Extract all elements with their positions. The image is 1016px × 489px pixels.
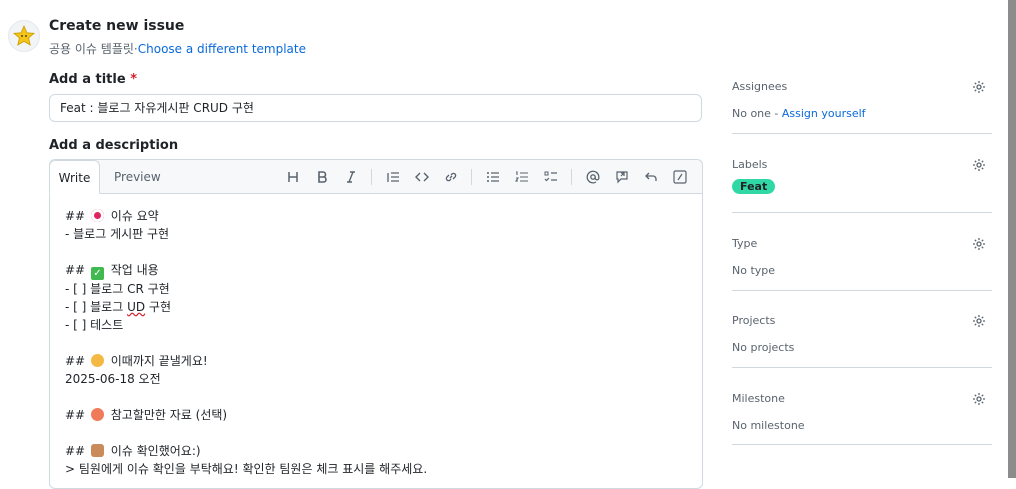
md-text: - 블로그 게시판 구현 xyxy=(65,227,170,241)
md-text: ## xyxy=(65,209,89,223)
md-text: - [ ] 테스트 xyxy=(65,318,124,332)
md-text: 구현 xyxy=(145,300,172,314)
star-avatar-icon xyxy=(8,20,40,52)
toolbar-divider xyxy=(371,168,372,185)
sidebar-type: Type No type xyxy=(732,237,992,277)
required-mark: * xyxy=(130,72,137,87)
md-text: - [ ] 블로그 CR 구현 xyxy=(65,282,170,296)
gear-icon[interactable] xyxy=(972,158,986,176)
heading-icon[interactable] xyxy=(278,165,307,189)
gear-icon[interactable] xyxy=(972,392,986,410)
template-name: 공용 이슈 템플릿 xyxy=(49,42,134,56)
sidebar-divider xyxy=(732,444,992,445)
md-text: 참고할만한 자료 (선택) xyxy=(106,408,228,422)
md-text: 이슈 확인했어요:) xyxy=(106,444,201,458)
sidebar-divider xyxy=(732,367,992,368)
scrollbar[interactable] xyxy=(1008,0,1016,478)
sidebar-divider xyxy=(732,133,992,134)
target-emoji-icon xyxy=(90,209,104,222)
description-label: Add a description xyxy=(49,138,179,153)
sidebar-projects: Projects No projects xyxy=(732,314,992,354)
mention-icon[interactable] xyxy=(578,165,607,189)
check-mark-emoji-icon: ✓ xyxy=(90,267,104,280)
description-editor[interactable]: Write Preview ## 이슈 요약 - 블로그 게시판 구현 ## ✓… xyxy=(49,159,703,489)
description-textarea[interactable]: ## 이슈 요약 - 블로그 게시판 구현 ## ✓ 작업 내용 - [ ] 블… xyxy=(65,207,427,478)
gear-icon[interactable] xyxy=(972,80,986,98)
md-text: 이슈 요약 xyxy=(106,209,159,223)
gear-icon[interactable] xyxy=(972,237,986,255)
halo-face-emoji-icon xyxy=(90,354,104,367)
reference-icon[interactable] xyxy=(607,165,636,189)
projects-value: No projects xyxy=(732,341,795,354)
milestone-title: Milestone xyxy=(732,392,785,405)
undo-icon[interactable] xyxy=(636,165,665,189)
italic-icon[interactable] xyxy=(336,165,365,189)
md-text: 작업 내용 xyxy=(106,263,159,277)
task-list-icon[interactable] xyxy=(536,165,565,189)
title-input[interactable]: Feat : 블로그 자유게시판 CRUD 구현 xyxy=(49,94,702,122)
sidebar-divider xyxy=(732,212,992,213)
bullet-list-icon[interactable] xyxy=(478,165,507,189)
labels-title: Labels xyxy=(732,158,768,171)
md-text: ## xyxy=(65,444,89,458)
label-tag-feat[interactable]: Feat xyxy=(732,179,776,194)
spellcheck-word: UD xyxy=(127,300,146,314)
md-text: ## xyxy=(65,263,89,277)
bowing-person-emoji-icon xyxy=(90,444,104,457)
link-icon[interactable] xyxy=(436,165,465,189)
md-text: 이때까지 끝낼게요! xyxy=(106,354,208,368)
code-icon[interactable] xyxy=(407,165,436,189)
sidebar-divider xyxy=(732,290,992,291)
md-text: > 팀원에게 이슈 확인을 부탁해요! 확인한 팀원은 체크 표시를 해주세요. xyxy=(65,462,428,476)
markdown-toolbar xyxy=(278,160,694,193)
slash-command-icon[interactable] xyxy=(665,165,694,189)
md-text: 2025-06-18 오전 xyxy=(65,372,161,386)
tab-write[interactable]: Write xyxy=(49,160,100,194)
quote-icon[interactable] xyxy=(378,165,407,189)
tab-preview[interactable]: Preview xyxy=(114,160,161,193)
gear-icon[interactable] xyxy=(972,314,986,332)
page-title: Create new issue xyxy=(49,18,185,34)
assign-yourself-link[interactable]: Assign yourself xyxy=(782,107,866,120)
choose-template-link[interactable]: Choose a different template xyxy=(138,42,306,56)
sidebar-labels: Labels Feat xyxy=(732,158,992,194)
title-label: Add a title * xyxy=(49,72,137,87)
toolbar-divider xyxy=(471,168,472,185)
milestone-value: No milestone xyxy=(732,419,805,432)
template-line: 공용 이슈 템플릿·Choose a different template xyxy=(49,40,306,57)
numbered-list-icon[interactable] xyxy=(507,165,536,189)
sidebar-milestone: Milestone No milestone xyxy=(732,392,992,432)
title-label-text: Add a title xyxy=(49,72,126,87)
sidebar-assignees: Assignees No one - Assign yourself xyxy=(732,80,992,120)
type-value: No type xyxy=(732,264,776,277)
md-text: ## xyxy=(65,408,89,422)
assignees-none: No one - xyxy=(732,107,782,120)
assignees-title: Assignees xyxy=(732,80,788,93)
editor-header: Write Preview xyxy=(49,160,702,194)
type-title: Type xyxy=(732,237,758,250)
bold-icon[interactable] xyxy=(307,165,336,189)
md-text: ## xyxy=(65,354,89,368)
md-text: - [ ] 블로그 xyxy=(65,300,128,314)
toolbar-divider xyxy=(571,168,572,185)
assignees-value: No one - Assign yourself xyxy=(732,107,992,120)
projects-title: Projects xyxy=(732,314,776,327)
astonished-face-emoji-icon xyxy=(90,408,104,421)
